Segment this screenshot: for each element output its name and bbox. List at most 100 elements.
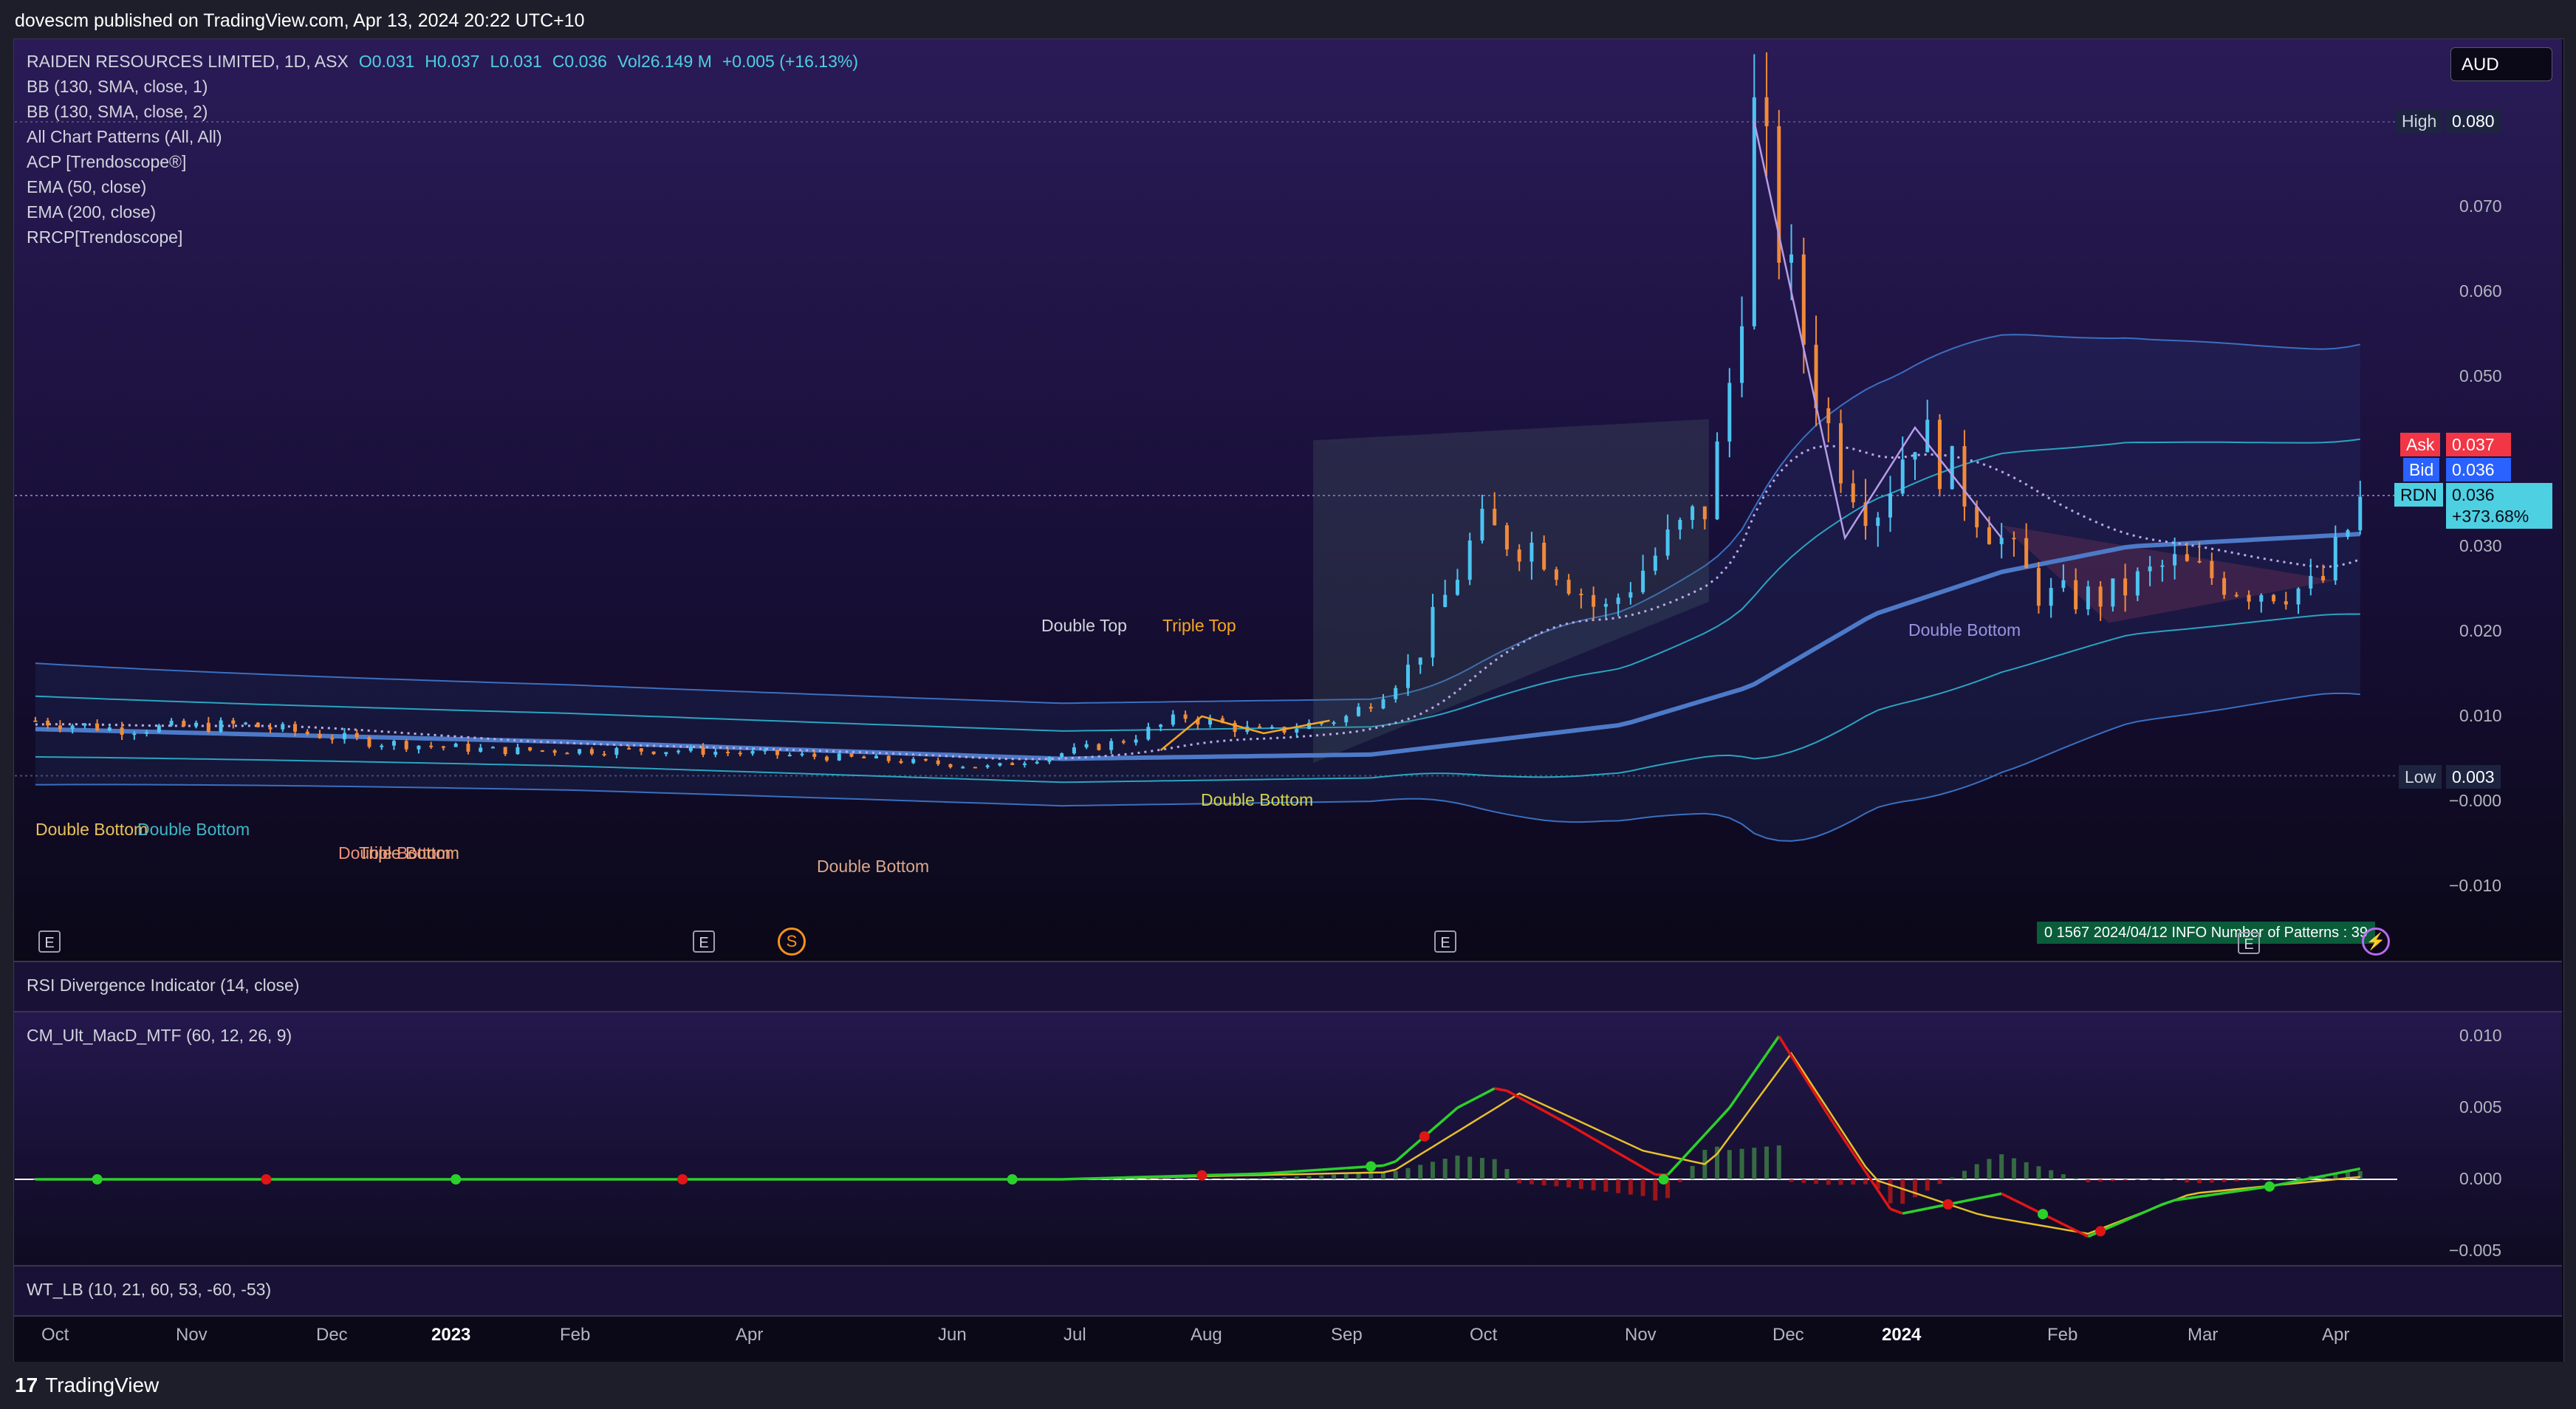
indicator-acp[interactable]: ACP [Trendoscope®]	[27, 152, 186, 172]
candle-body	[2247, 594, 2251, 602]
macd-histogram-bar	[1826, 1179, 1831, 1185]
candle-body	[2210, 560, 2214, 578]
candle-body	[923, 758, 928, 761]
candle-body	[1109, 741, 1114, 750]
candle-body	[1467, 540, 1472, 580]
macd-histogram-bar	[1690, 1165, 1695, 1179]
macd-histogram-bar	[2209, 1179, 2214, 1183]
candle-body	[1764, 97, 1769, 126]
earnings-badge[interactable]: E	[2238, 932, 2260, 954]
lightning-icon[interactable]: ⚡	[2362, 928, 2390, 956]
candle-body	[330, 738, 335, 740]
time-axis-tick: Sep	[1331, 1325, 1363, 1345]
candle-body	[2296, 588, 2301, 605]
indicator-bb2[interactable]: BB (130, SMA, close, 2)	[27, 102, 208, 122]
volume-value: Vol26.149 M	[617, 52, 712, 71]
time-axis-tick: Nov	[1625, 1325, 1657, 1345]
macd-histogram-bar	[1504, 1169, 1510, 1179]
candle-body	[1876, 517, 1880, 527]
candle-body	[1405, 665, 1410, 688]
rsi-pane-title[interactable]: RSI Divergence Indicator (14, close)	[27, 976, 299, 995]
macd-line-segment	[1272, 1170, 1285, 1175]
pattern-text: Double Top	[1041, 616, 1127, 635]
indicator-ema200[interactable]: EMA (200, close)	[27, 202, 156, 222]
candle-body	[973, 767, 977, 769]
macd-histogram-bar	[1566, 1179, 1572, 1187]
candle-body	[107, 727, 112, 731]
macd-cross-dot	[1366, 1161, 1377, 1172]
time-axis-tick: Aug	[1191, 1325, 1222, 1345]
time-axis-tick: Oct	[41, 1325, 69, 1345]
candle-body	[83, 723, 87, 726]
candle-body	[2358, 496, 2363, 531]
price-axis-tick: 0.010	[2459, 706, 2502, 725]
candle-body	[825, 756, 829, 761]
candle-body	[2061, 580, 2066, 589]
candle-body	[701, 747, 705, 755]
macd-histogram-bar	[1306, 1176, 1312, 1179]
macd-histogram-bar	[1764, 1146, 1770, 1179]
indicator-bb1[interactable]: BB (130, SMA, close, 1)	[27, 77, 208, 97]
macd-cross-dot	[1942, 1199, 1953, 1210]
candle-body	[1740, 326, 1744, 383]
open-value: O0.031	[358, 52, 415, 71]
price-axis-tick: 0.050	[2459, 366, 2502, 385]
price-axis-tick: 0.070	[2459, 196, 2502, 216]
time-axis-tick: Jun	[938, 1325, 967, 1345]
symbol-tag-label: RDN	[2394, 483, 2443, 507]
candle-body	[95, 723, 100, 731]
earnings-badge[interactable]: E	[693, 930, 715, 953]
time-axis-tick: Dec	[316, 1325, 348, 1345]
candle-body	[1851, 483, 1855, 503]
macd-cross-dot	[2095, 1226, 2106, 1237]
macd-histogram-bar	[1653, 1179, 1658, 1201]
ask-tag-label: Ask	[2400, 433, 2441, 456]
macd-histogram-bar	[1541, 1179, 1546, 1186]
macd-line-segment	[2236, 1187, 2250, 1193]
candle-body	[1999, 538, 2004, 544]
time-axis-tick: Feb	[2047, 1325, 2078, 1345]
macd-histogram-bar	[2185, 1179, 2190, 1183]
candle-body	[1715, 441, 1719, 520]
macd-histogram-bar	[1863, 1179, 1868, 1185]
tradingview-brand[interactable]: 17 TradingView	[15, 1374, 159, 1397]
currency-button[interactable]: AUD	[2450, 47, 2552, 81]
macd-histogram-bar	[1405, 1168, 1411, 1179]
macd-histogram-bar	[1616, 1179, 1621, 1193]
chart-canvas[interactable]	[0, 0, 2576, 1409]
candle-body	[120, 727, 124, 735]
macd-histogram-bar	[1356, 1173, 1361, 1179]
macd-histogram-bar	[2222, 1179, 2227, 1182]
split-badge[interactable]: S	[778, 928, 806, 956]
indicator-ema50[interactable]: EMA (50, close)	[27, 177, 146, 197]
candle-body	[1381, 699, 1385, 709]
indicator-all-patterns[interactable]: All Chart Patterns (All, All)	[27, 127, 222, 147]
symbol-price: 0.036	[2452, 485, 2495, 504]
macd-histogram-bar	[1442, 1159, 1448, 1179]
low-value: L0.031	[490, 52, 542, 71]
candle-body	[2259, 594, 2264, 602]
candle-body	[1357, 707, 1361, 716]
candle-body	[664, 752, 668, 755]
candle-body	[998, 763, 1002, 766]
macd-histogram-bar	[1418, 1165, 1423, 1179]
macd-axis-tick: 0.010	[2459, 1026, 2502, 1046]
candle-body	[1344, 716, 1349, 723]
candle-body	[219, 720, 223, 732]
wt-pane-title[interactable]: WT_LB (10, 21, 60, 53, -60, -53)	[27, 1280, 271, 1300]
price-axis-tick: 0.020	[2459, 621, 2502, 640]
earnings-badge[interactable]: E	[38, 930, 61, 953]
macd-histogram-bar	[1628, 1179, 1633, 1195]
candle-body	[429, 745, 434, 747]
macd-pane-title[interactable]: CM_Ult_MacD_MTF (60, 12, 26, 9)	[27, 1026, 292, 1046]
macd-line-segment	[2248, 1186, 2262, 1191]
candle-body	[874, 755, 878, 758]
macd-histogram-bar	[2098, 1179, 2103, 1182]
indicator-rrcp[interactable]: RRCP[Trendoscope]	[27, 227, 182, 247]
candle-body	[1072, 747, 1076, 754]
macd-histogram-bar	[1455, 1155, 1460, 1179]
candle-body	[2123, 578, 2128, 596]
earnings-badge[interactable]: E	[1434, 930, 1456, 953]
candle-body	[614, 748, 619, 755]
candle-body	[1517, 549, 1521, 562]
